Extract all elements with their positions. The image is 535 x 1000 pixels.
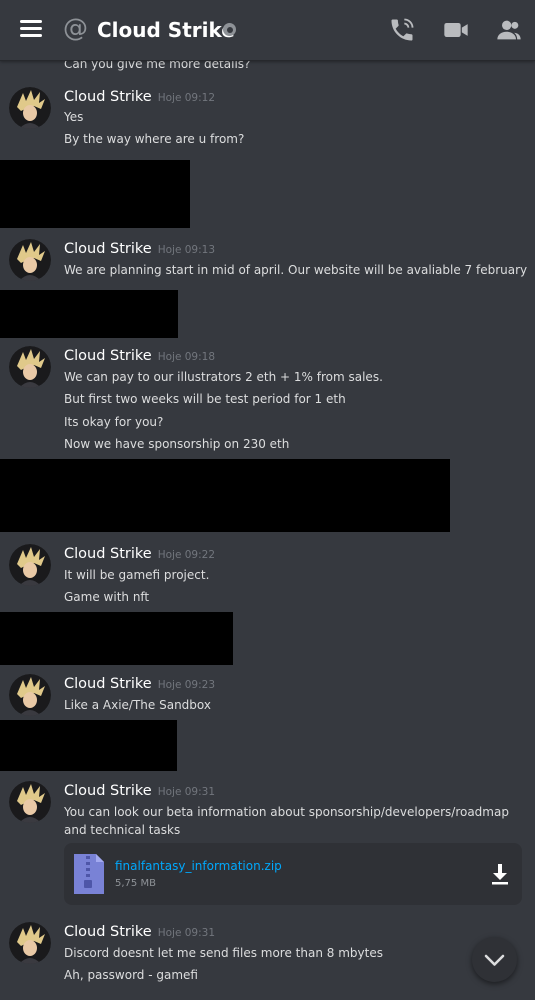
message-text: But first two weeks will be test period … (64, 392, 346, 406)
hamburger-menu-icon[interactable] (20, 20, 42, 38)
timestamp: Hoje 09:31 (157, 786, 216, 798)
phone-call-icon[interactable] (388, 16, 416, 44)
avatar[interactable] (9, 922, 51, 964)
timestamp: Hoje 09:18 (157, 351, 216, 363)
author-name[interactable]: Cloud Strike Hoje 09:31 (64, 922, 215, 943)
author-name[interactable]: Cloud Strike Hoje 09:18 (64, 346, 215, 367)
avatar[interactable] (9, 544, 51, 586)
author-name[interactable]: Cloud Strike Hoje 09:23 (64, 674, 215, 695)
download-icon[interactable] (490, 863, 510, 885)
file-size: 5,75 MB (115, 878, 156, 889)
author-name[interactable]: Cloud Strike Hoje 09:13 (64, 239, 215, 260)
zip-file-icon (74, 854, 104, 894)
redacted-block (0, 160, 190, 228)
author-name[interactable]: Cloud Strike Hoje 09:12 (64, 87, 215, 108)
file-attachment[interactable]: finalfantasy_information.zip 5,75 MB (64, 843, 522, 905)
at-symbol-icon: @ (63, 13, 88, 42)
timestamp: Hoje 09:23 (157, 679, 216, 691)
message-text: We are planning start in mid of april. O… (64, 263, 528, 277)
timestamp: Hoje 09:13 (157, 244, 216, 256)
scroll-to-bottom-button[interactable] (472, 937, 517, 982)
message-text: Game with nft (64, 590, 150, 604)
redacted-block (0, 612, 233, 665)
redacted-block (0, 459, 450, 532)
channel-header: @ Cloud Strike (0, 0, 535, 61)
timestamp: Hoje 09:31 (157, 927, 216, 939)
redacted-block (0, 290, 178, 338)
timestamp: Hoje 09:22 (157, 549, 216, 561)
message-text: Ah, password - gamefi (64, 968, 198, 982)
message-text: Yes (64, 110, 84, 124)
message-text: We can pay to our illustrators 2 eth + 1… (64, 370, 383, 384)
message-text: You can look our beta information about … (64, 805, 509, 837)
status-icon (223, 23, 236, 36)
author-name[interactable]: Cloud Strike Hoje 09:22 (64, 544, 215, 565)
timestamp: Hoje 09:12 (157, 92, 216, 104)
message-text: Its okay for you? (64, 415, 164, 429)
message-text: It will be gamefi project. (64, 568, 210, 582)
avatar[interactable] (9, 346, 51, 388)
members-icon[interactable] (495, 16, 523, 44)
chevron-down-icon (484, 954, 505, 966)
avatar[interactable] (9, 87, 51, 129)
file-name-link[interactable]: finalfantasy_information.zip (115, 859, 282, 873)
avatar[interactable] (9, 239, 51, 281)
message-text: By the way where are u from? (64, 132, 245, 146)
redacted-block (0, 720, 177, 771)
channel-title: Cloud Strike (97, 18, 235, 42)
avatar[interactable] (9, 781, 51, 823)
video-camera-icon[interactable] (442, 16, 470, 44)
avatar[interactable] (9, 674, 51, 716)
message-text: Like a Axie/The Sandbox (64, 698, 211, 712)
message-text: Now we have sponsorship on 230 eth (64, 437, 290, 451)
message-text: Discord doesnt let me send files more th… (64, 946, 383, 960)
author-name[interactable]: Cloud Strike Hoje 09:31 (64, 781, 215, 802)
